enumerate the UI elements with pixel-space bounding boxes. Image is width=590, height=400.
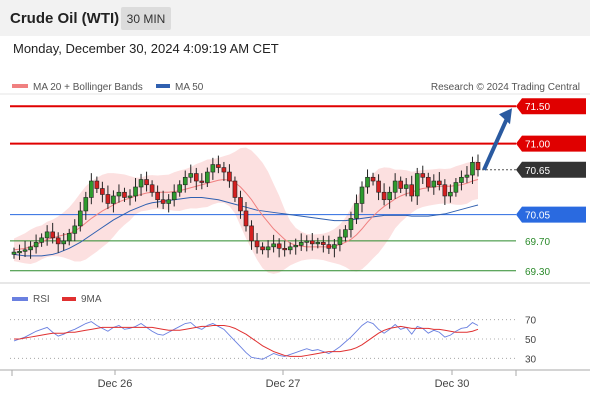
level-label-70.65: 70.65 [525, 166, 550, 177]
ma9-legend-label: 9MA [81, 294, 102, 305]
forecast-arrow [482, 108, 512, 171]
ma20-legend-swatch [12, 84, 28, 88]
ma9-legend-swatch [62, 297, 76, 301]
price-chart: MA 20 + Bollinger Bands MA 50 Research ©… [0, 82, 590, 390]
time-axis: Dec 26 Dec 27 Dec 30 [98, 370, 470, 390]
level-labels: 71.50 71.00 70.65 70.05 69.70 69.30 [516, 98, 586, 278]
ma50-legend-label: MA 50 [175, 82, 204, 93]
rsi-tick-70: 70 [525, 316, 537, 327]
level-label-69.70: 69.70 [525, 237, 550, 248]
level-label-71.50: 71.50 [525, 102, 550, 113]
research-credit: Research © 2024 Trading Central [431, 82, 580, 93]
level-label-70.05: 70.05 [525, 211, 550, 222]
rsi-tick-50: 50 [525, 335, 537, 346]
rsi-tick-30: 30 [525, 354, 537, 365]
ma20-legend-label: MA 20 + Bollinger Bands [33, 82, 143, 93]
level-label-71.00: 71.00 [525, 140, 550, 151]
rsi-panel: 70 50 30 [10, 316, 537, 365]
level-label-69.30: 69.30 [525, 267, 550, 278]
x-tick-label: Dec 26 [98, 378, 133, 390]
ma50-legend-swatch [156, 84, 170, 88]
rsi-line [13, 321, 479, 360]
x-tick-label: Dec 27 [266, 378, 301, 390]
rsi-legend-label: RSI [33, 294, 50, 305]
x-tick-label: Dec 30 [435, 378, 470, 390]
rsi-legend-swatch [12, 297, 28, 301]
